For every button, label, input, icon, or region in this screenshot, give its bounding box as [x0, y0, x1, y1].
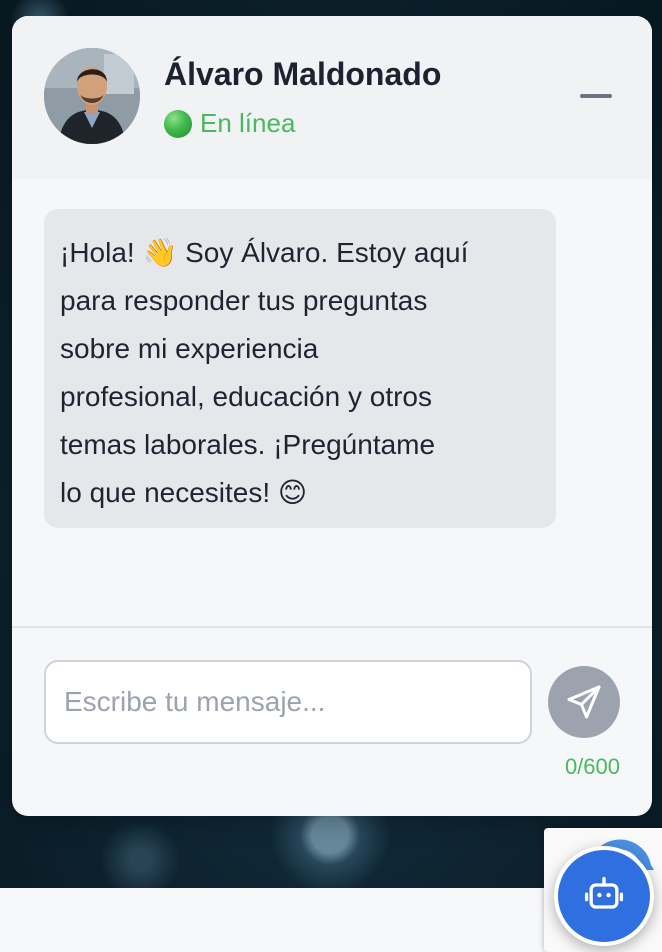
chat-widget: Álvaro Maldonado En línea ¡Hola! 👋 Soy Á…: [12, 16, 652, 816]
message-bubble: ¡Hola! 👋 Soy Álvaro. Estoy aquí para res…: [44, 209, 556, 528]
minimize-icon: [580, 94, 612, 98]
online-status-icon: [164, 109, 192, 138]
message-input[interactable]: [44, 660, 532, 744]
char-counter: 0/600: [564, 754, 620, 779]
minimize-button[interactable]: [572, 86, 620, 106]
send-button[interactable]: [548, 666, 620, 738]
message-list[interactable]: ¡Hola! 👋 Soy Álvaro. Estoy aquí para res…: [12, 179, 652, 626]
avatar-photo: [44, 48, 140, 144]
divider: [12, 626, 652, 628]
avatar: [44, 48, 140, 144]
chat-header: Álvaro Maldonado En línea: [12, 16, 652, 179]
status-text: En línea: [200, 108, 296, 138]
status-indicator: En línea: [164, 108, 295, 139]
chatbot-launcher-button[interactable]: [554, 846, 654, 946]
send-icon: [567, 685, 601, 719]
bot-icon: [584, 876, 624, 909]
contact-name: Álvaro Maldonado: [164, 56, 442, 92]
message-text: ¡Hola! 👋 Soy Álvaro. Estoy aquí para res…: [60, 237, 469, 508]
